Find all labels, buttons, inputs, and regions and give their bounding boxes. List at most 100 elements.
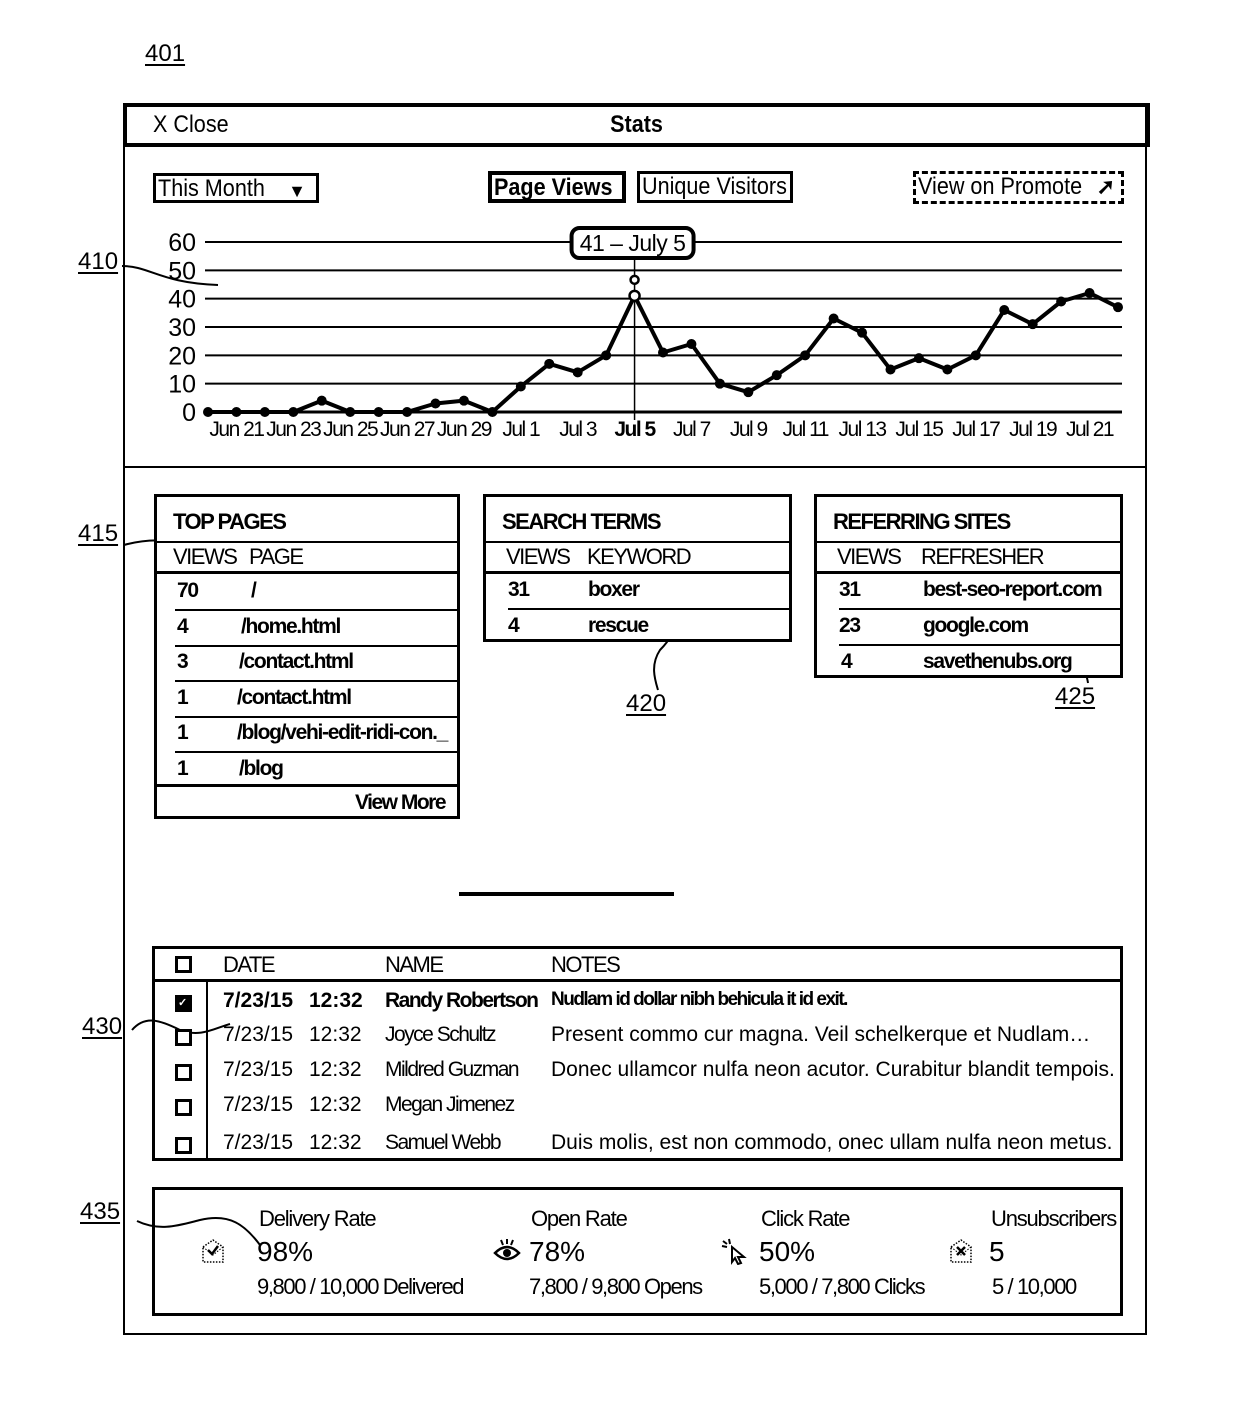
data-point[interactable] <box>828 313 839 324</box>
data-point[interactable] <box>203 407 213 417</box>
data-point[interactable] <box>913 353 924 364</box>
data-point[interactable] <box>942 364 953 375</box>
x-tick-label: Jul 17 <box>952 418 1000 441</box>
x-tick-label: Jun 29 <box>437 418 492 441</box>
section-divider <box>459 892 674 896</box>
row-checkbox[interactable] <box>175 1029 192 1046</box>
data-point[interactable] <box>515 381 526 392</box>
search-term-row[interactable]: 4 rescue <box>508 610 789 644</box>
data-point[interactable] <box>800 350 811 361</box>
top-page-row[interactable]: 1/contact.html <box>175 682 457 718</box>
data-point[interactable] <box>686 339 697 349</box>
top-page-row[interactable]: 70 / <box>175 575 457 611</box>
search-terms-title: SEARCH TERMS <box>502 509 662 534</box>
page-path: /contact.html <box>239 650 354 673</box>
data-point[interactable] <box>1113 302 1123 313</box>
stat-value: 78% <box>529 1236 586 1267</box>
top-page-row[interactable]: 4/home.html <box>175 611 457 647</box>
data-point[interactable] <box>402 407 413 417</box>
views-count: 70 <box>177 579 199 602</box>
column-header-notes: NOTES <box>551 952 621 977</box>
referring-site-row[interactable]: 4 savethenubs.org <box>839 646 1120 680</box>
row-checkbox[interactable] <box>175 1137 192 1154</box>
views-count: 23 <box>839 614 861 637</box>
select-all-checkbox[interactable] <box>175 956 192 973</box>
data-point[interactable] <box>743 387 754 398</box>
data-point[interactable] <box>316 395 327 406</box>
eye-icon <box>493 1237 521 1263</box>
data-point[interactable] <box>1084 288 1095 298</box>
view-more-link[interactable]: View More <box>355 791 446 815</box>
highlighted-data-point[interactable] <box>628 289 641 303</box>
message-row[interactable]: 7/23/15 12:32 Joyce Schultz Present commo c… <box>155 1021 1120 1053</box>
message-time: 12:32 <box>309 989 363 1012</box>
data-point[interactable] <box>970 350 981 361</box>
data-point[interactable] <box>601 350 612 361</box>
message-name: Megan Jimenez <box>385 1093 515 1116</box>
data-point[interactable] <box>373 407 384 417</box>
data-point[interactable] <box>1056 296 1067 307</box>
message-row[interactable]: 7/23/15 12:32 Samuel Webb Duis molis, est n… <box>155 1129 1120 1161</box>
tab-page-views-label: Page Views <box>494 174 613 201</box>
messages-header: DATE NAME NOTES <box>155 949 1120 982</box>
data-point[interactable] <box>430 398 441 409</box>
chart-divider <box>123 466 1147 468</box>
top-pages-title: TOP PAGES <box>173 509 287 534</box>
external-arrow-icon: ➚ <box>1096 174 1115 199</box>
top-page-row[interactable]: 1/blog <box>175 753 457 787</box>
tab-unique-visitors[interactable]: Unique Visitors <box>637 171 793 203</box>
stat-detail: 5,000 / 7,800 Clicks <box>759 1274 926 1299</box>
page-path: /home.html <box>241 614 341 638</box>
message-date: 7/23/15 <box>223 1023 294 1046</box>
x-tick-label: Jun 21 <box>209 418 264 441</box>
data-point[interactable] <box>857 327 868 338</box>
search-term-row[interactable]: 31 boxer <box>508 574 789 610</box>
data-point[interactable] <box>288 407 299 417</box>
data-point[interactable] <box>714 378 725 389</box>
data-point[interactable] <box>458 395 469 406</box>
unsubscribe-envelope-icon <box>947 1237 973 1263</box>
data-point[interactable] <box>544 358 555 369</box>
x-tick-label: Jul 15 <box>895 418 943 441</box>
data-point[interactable] <box>259 407 270 417</box>
x-tick-label: Jul 7 <box>673 418 711 441</box>
view-on-promote-link[interactable]: View on Promote ➚ <box>913 171 1124 204</box>
data-point[interactable] <box>487 407 498 417</box>
stat-label: Open Rate <box>531 1206 628 1231</box>
data-point[interactable] <box>345 407 356 417</box>
row-checkbox[interactable] <box>175 1099 192 1116</box>
views-count: 31 <box>508 578 530 601</box>
data-point[interactable] <box>885 364 896 375</box>
y-tick-label: 40 <box>168 286 196 314</box>
x-tick-label: Jun 23 <box>266 418 321 441</box>
message-name: Samuel Webb <box>385 1131 502 1154</box>
x-tick-label: Jul 11 <box>782 418 828 441</box>
date-range-select[interactable]: This Month ▼ <box>153 173 319 203</box>
top-page-row[interactable]: 3/contact.html <box>175 646 457 682</box>
tab-page-views[interactable]: Page Views <box>488 171 626 203</box>
data-point[interactable] <box>572 367 583 378</box>
y-tick-label: 20 <box>168 342 196 370</box>
delivered-envelope-icon <box>199 1237 225 1263</box>
message-row[interactable]: 7/23/15 12:32 Randy Robertson Nudlam id dol… <box>155 987 1120 1019</box>
top-page-row[interactable]: 1/blog/vehi-edit-ridi-con._ <box>175 717 457 753</box>
views-count: 3 <box>177 650 189 673</box>
referring-sites-card: REFERRING SITES VIEWS REFRESHER 31 best-s… <box>814 494 1123 678</box>
data-point[interactable] <box>999 305 1010 315</box>
data-point[interactable] <box>1027 319 1038 330</box>
message-notes: Present commo cur magna. Veil schelkerqu… <box>551 1023 1091 1046</box>
message-row[interactable]: 7/23/15 12:32 Megan Jimenez <box>155 1091 1120 1123</box>
message-row[interactable]: 7/23/15 12:32 Mildred Guzman Donec ullamcor… <box>155 1056 1120 1088</box>
referring-site-row[interactable]: 31 best-seo-report.com <box>839 574 1120 610</box>
x-tick-label: Jul 1 <box>502 418 540 441</box>
message-notes: Duis molis, est non commodo, onec ullam … <box>551 1131 1113 1154</box>
stat-value: 98% <box>257 1236 314 1267</box>
message-notes: Donec ullamcor nulfa neon acutor. Curabi… <box>551 1058 1115 1081</box>
referring-site-row[interactable]: 23 google.com <box>839 610 1120 646</box>
drag-handle[interactable] <box>629 274 640 286</box>
data-point[interactable] <box>658 347 668 358</box>
row-checkbox[interactable] <box>175 1064 192 1081</box>
row-checkbox[interactable] <box>175 995 192 1012</box>
data-point[interactable] <box>771 370 782 381</box>
data-point[interactable] <box>231 407 242 417</box>
